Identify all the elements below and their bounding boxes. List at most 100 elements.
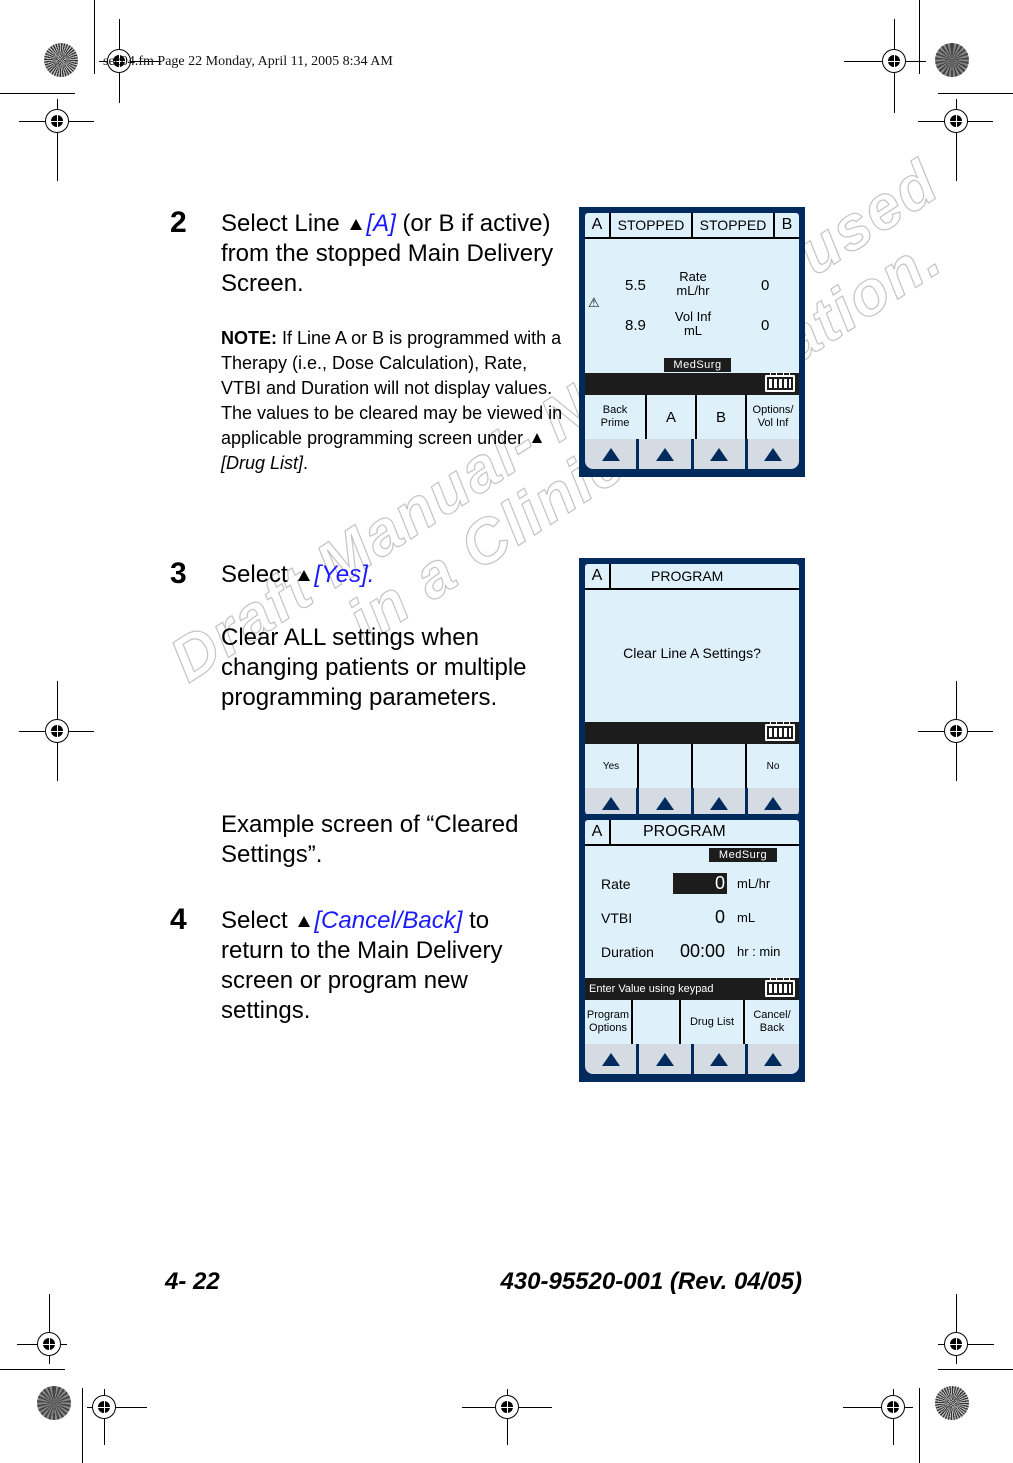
trim-line <box>0 93 75 94</box>
trim-line <box>0 1369 65 1370</box>
program-field-vtbi[interactable]: VTBI 0 mL <box>585 907 799 929</box>
field-label: VTBI <box>601 910 633 926</box>
screen-title: PROGRAM <box>643 823 726 840</box>
up-arrow-icon <box>710 447 729 461</box>
field-label: Duration <box>601 944 654 960</box>
warning-icon: ⚠ <box>588 295 600 310</box>
trim-line <box>919 0 920 74</box>
note-end: . <box>303 453 309 473</box>
softkey-empty-3[interactable] <box>691 744 745 788</box>
volume-infused-line-a: 8.9 <box>625 317 646 334</box>
delivery-values: ⚠ 5.5 Rate mL/hr 0 8.9 Vol Inf mL 0 MedS… <box>585 239 799 373</box>
field-value[interactable]: 0 <box>715 907 727 928</box>
program-field-rate[interactable]: Rate 0 mL/hr <box>585 873 799 895</box>
softkey-cancel-back[interactable]: Cancel/ Back <box>743 1000 799 1044</box>
softkey-labels: Program Options Drug List Cancel/ Back <box>585 1000 799 1044</box>
step-3-example-caption: Example screen of “Cleared Settings”. <box>221 811 519 868</box>
field-value[interactable]: 00:00 <box>680 941 727 962</box>
softkey-no[interactable]: No <box>745 744 799 788</box>
line-indicator: A <box>585 564 611 588</box>
battery-icon <box>765 372 795 392</box>
step-2-link[interactable]: [A] <box>366 210 395 237</box>
softkey-yes[interactable]: Yes <box>585 744 637 788</box>
softkey-arrow-icon <box>350 219 363 230</box>
field-unit: mL/hr <box>737 876 771 891</box>
rate-label: Rate mL/hr <box>658 270 728 298</box>
volume-label-unit: mL <box>683 323 703 338</box>
screen-header: A STOPPED STOPPED B <box>585 213 799 239</box>
up-arrow-icon <box>655 1052 674 1066</box>
up-arrow-icon <box>764 447 783 461</box>
step-2-text-before: Select Line <box>221 210 340 237</box>
line-a-status: STOPPED <box>617 217 685 233</box>
screen-title: PROGRAM <box>651 568 724 584</box>
volume-infused-line-b: 0 <box>761 317 770 334</box>
softkey-button-4[interactable] <box>747 1044 799 1074</box>
softkey-labels: Yes No <box>585 744 799 788</box>
softkey-empty-2[interactable] <box>631 1000 679 1044</box>
softkey-button-1[interactable] <box>585 1044 637 1074</box>
up-arrow-icon <box>601 447 620 461</box>
status-bar <box>585 372 799 395</box>
battery-icon <box>765 721 795 741</box>
trim-line <box>919 1388 920 1463</box>
softkey-program-options[interactable]: Program Options <box>585 1000 631 1044</box>
up-arrow-icon <box>710 796 729 810</box>
trim-line <box>82 1388 83 1463</box>
softkey-back-prime[interactable]: Back Prime <box>585 395 645 439</box>
softkey-line-b[interactable]: B <box>695 395 745 439</box>
softkey-arrow-icon <box>298 916 311 927</box>
main-delivery-screen: A STOPPED STOPPED B ⚠ 5.5 Rate mL/hr 0 8… <box>579 207 805 477</box>
field-label: Rate <box>601 876 631 892</box>
step-number: 4 <box>170 903 187 936</box>
screen-display: A STOPPED STOPPED B ⚠ 5.5 Rate mL/hr 0 8… <box>585 213 799 469</box>
up-arrow-icon <box>764 796 783 810</box>
up-arrow-icon <box>764 1052 783 1066</box>
trim-line <box>938 1369 1013 1370</box>
softkey-options-vol-inf[interactable]: Options/ Vol Inf <box>745 395 799 439</box>
status-bar: Enter Value using keypad <box>585 977 799 1000</box>
volume-label-name: Vol Inf <box>674 309 712 324</box>
softkey-button-2[interactable] <box>639 439 691 469</box>
color-calibration-mark <box>935 43 969 77</box>
softkey-button-2[interactable] <box>639 1044 691 1074</box>
softkey-arrow-icon <box>532 433 543 443</box>
step-4-instruction: Select [Cancel/Back] to return to the Ma… <box>221 906 541 1026</box>
color-calibration-mark <box>44 43 78 77</box>
softkey-button-1[interactable] <box>585 439 637 469</box>
screen-header: A PROGRAM <box>585 564 799 590</box>
softkey-button-3[interactable] <box>693 439 745 469</box>
step-3-link[interactable]: [Yes]. <box>314 561 374 588</box>
softkey-line-a[interactable]: A <box>645 395 695 439</box>
confirmation-message: Clear Line A Settings? <box>623 645 761 661</box>
softkey-button-4[interactable] <box>747 439 799 469</box>
up-arrow-icon <box>601 796 620 810</box>
color-calibration-mark <box>37 1386 71 1420</box>
rate-line-b: 0 <box>761 277 770 294</box>
screen-display: A PROGRAM Clear Line A Settings? Yes No <box>585 564 799 818</box>
battery-icon <box>765 977 795 997</box>
line-indicator: A <box>585 820 611 844</box>
line-a-indicator: A <box>585 213 611 237</box>
softkey-empty-2[interactable] <box>637 744 691 788</box>
page-number: 4- 22 <box>165 1268 220 1295</box>
trim-line <box>938 93 1013 94</box>
care-area-badge: MedSurg <box>664 358 731 372</box>
rate-label-unit: mL/hr <box>676 283 710 298</box>
field-value-selected[interactable]: 0 <box>673 873 727 894</box>
program-fields: MedSurg Rate 0 mL/hr VTBI 0 mL Duration … <box>585 846 799 978</box>
softkey-buttons <box>585 439 799 469</box>
step-4-text-before: Select <box>221 907 288 934</box>
line-b-status: STOPPED <box>691 213 773 237</box>
step-4-link[interactable]: [Cancel/Back] <box>314 907 462 934</box>
trim-line <box>94 0 95 74</box>
screen-display: A PROGRAM MedSurg Rate 0 mL/hr VTBI 0 mL… <box>585 820 799 1074</box>
up-arrow-icon <box>655 447 674 461</box>
softkey-drug-list[interactable]: Drug List <box>679 1000 743 1044</box>
up-arrow-icon <box>710 1052 729 1066</box>
clear-confirmation-screen: A PROGRAM Clear Line A Settings? Yes No <box>579 558 805 826</box>
rate-label-name: Rate <box>679 269 707 284</box>
rate-line-a: 5.5 <box>625 277 646 294</box>
program-field-duration[interactable]: Duration 00:00 hr : min <box>585 941 799 963</box>
softkey-button-3[interactable] <box>693 1044 745 1074</box>
